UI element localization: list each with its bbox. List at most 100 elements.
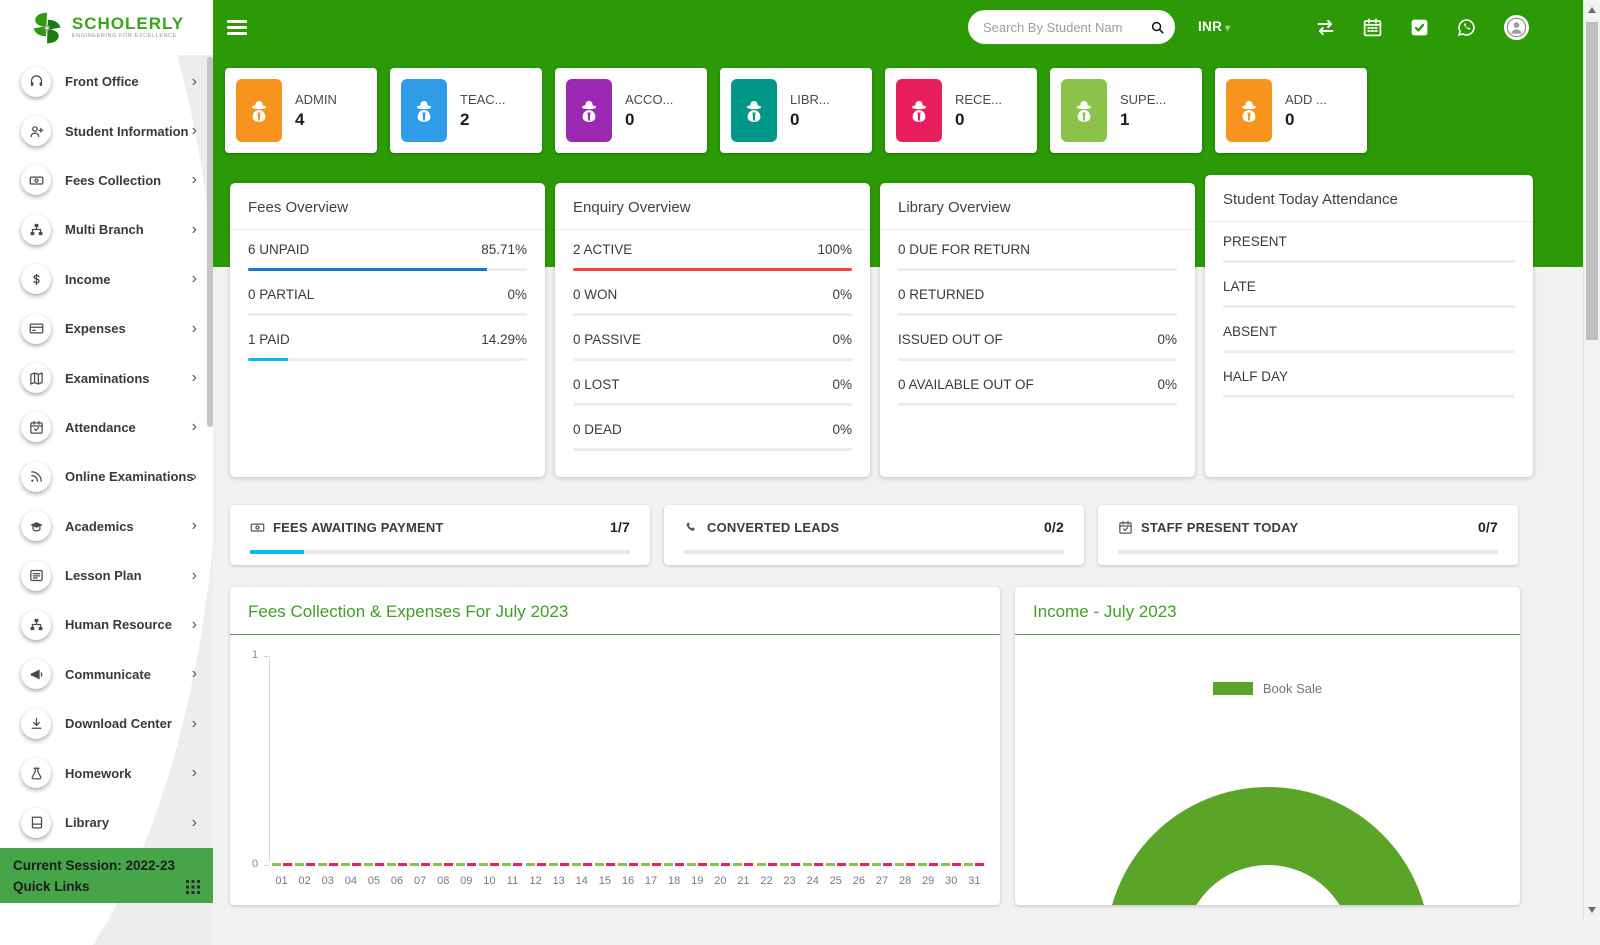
sidebar-menu-item[interactable]: Human Resource (0, 600, 213, 649)
x-category: 24 (801, 862, 824, 900)
row-label: ABSENT (1223, 324, 1277, 339)
sidebar-menu-item[interactable]: Student Information (0, 106, 213, 155)
x-category: 21 (732, 862, 755, 900)
chevron-right-icon (192, 469, 197, 485)
sidebar-menu-item[interactable]: Attendance (0, 403, 213, 452)
role-stat-cards: ADMIN 4 TEAC... 2 ACCO... 0 (225, 68, 1367, 153)
stat-card[interactable]: ADMIN 4 (225, 68, 377, 153)
row-label: 0 LOST (573, 377, 620, 392)
currency-label: INR (1198, 19, 1222, 34)
calendar-icon[interactable] (1362, 17, 1383, 38)
overview-row-item: HALF DAY (1223, 357, 1515, 402)
sidebar-menu-item[interactable]: Fees Collection (0, 156, 213, 205)
progress-track (248, 313, 527, 316)
sidebar-menu-item[interactable]: Income (0, 255, 213, 304)
x-tick-label: 29 (917, 875, 940, 887)
sidebar-menu-item[interactable]: Library (0, 798, 213, 847)
stat-card[interactable]: SUPE... 1 (1050, 68, 1202, 153)
exchange-icon[interactable] (1315, 17, 1336, 38)
scroll-up-arrow-icon[interactable] (1588, 7, 1596, 13)
kpi-label: CONVERTED LEADS (707, 520, 839, 535)
sidebar-menu-item[interactable]: Online Examinations (0, 452, 213, 501)
tasks-icon[interactable] (1409, 17, 1430, 38)
hamburger-menu-icon[interactable] (227, 20, 247, 35)
menu-icon (21, 462, 51, 492)
whatsapp-icon[interactable] (1456, 17, 1477, 38)
x-category: 14 (570, 862, 593, 900)
x-tick-label: 19 (686, 875, 709, 887)
zero-value-bars (524, 863, 547, 866)
chevron-right-icon (192, 815, 197, 831)
row-label: 6 UNPAID (248, 242, 309, 257)
zero-value-bars (432, 863, 455, 866)
vertical-scrollbar[interactable] (1583, 0, 1600, 920)
x-category: 01 (270, 862, 293, 900)
x-category: 06 (385, 862, 408, 900)
kpi-value: 0/7 (1478, 519, 1498, 535)
menu-icon (21, 314, 51, 344)
x-tick-label: 07 (409, 875, 432, 887)
zero-value-bars (570, 863, 593, 866)
quick-links-label: Quick Links (13, 876, 90, 897)
zero-value-bars (339, 863, 362, 866)
menu-item-label: Expenses (65, 321, 126, 336)
sidebar-menu-item[interactable]: Expenses (0, 304, 213, 353)
progress-fill (248, 268, 487, 271)
x-tick-label: 20 (709, 875, 732, 887)
search-icon[interactable] (1143, 13, 1171, 41)
attendance-overview-card: Student Today Attendance PRESENT LATE AB… (1205, 175, 1533, 477)
scroll-down-arrow-icon[interactable] (1588, 907, 1596, 913)
sidebar-menu-item[interactable]: Front Office (0, 57, 213, 106)
progress-track (1223, 305, 1515, 308)
stat-card[interactable]: LIBR... 0 (720, 68, 872, 153)
sidebar-menu-item[interactable]: Lesson Plan (0, 551, 213, 600)
stat-label: LIBR... (790, 92, 830, 107)
user-role-icon (1061, 79, 1107, 142)
sidebar-menu-item[interactable]: Homework (0, 748, 213, 797)
sidebar-menu-item[interactable]: Examinations (0, 353, 213, 402)
profile-avatar[interactable] (1503, 14, 1530, 41)
x-category: 25 (824, 862, 847, 900)
overview-row-item: 1 PAID14.29% (248, 320, 527, 365)
scrollbar-thumb[interactable] (1586, 22, 1598, 340)
app-logo[interactable]: SCHOLERLY ENGINEERING FOR EXCELLENCE (0, 0, 213, 55)
menu-icon (21, 215, 51, 245)
row-label: 0 PASSIVE (573, 332, 641, 347)
kpi-label: STAFF PRESENT TODAY (1141, 520, 1298, 535)
chevron-right-icon (192, 716, 197, 732)
x-tick-label: 14 (570, 875, 593, 887)
menu-icon (21, 709, 51, 739)
progress-track (573, 358, 852, 361)
sidebar-menu-item[interactable]: Download Center (0, 699, 213, 748)
sidebar-menu-item[interactable]: Academics (0, 502, 213, 551)
stat-card[interactable]: RECE... 0 (885, 68, 1037, 153)
library-overview-card: Library Overview 0 DUE FOR RETURN 0 RETU… (880, 183, 1195, 477)
x-category: 12 (524, 862, 547, 900)
x-tick-label: 09 (455, 875, 478, 887)
stat-label: ADD ... (1285, 92, 1327, 107)
menu-item-label: Student Information (65, 124, 189, 139)
row-label: LATE (1223, 279, 1256, 294)
x-category: 11 (501, 862, 524, 900)
zero-value-bars (963, 863, 986, 866)
chevron-right-icon (192, 518, 197, 534)
row-value: 0% (832, 377, 852, 392)
stat-card[interactable]: ADD ... 0 (1215, 68, 1367, 153)
x-tick-label: 18 (663, 875, 686, 887)
sidebar-menu-item[interactable]: Multi Branch (0, 205, 213, 254)
sidebar-scrollbar[interactable] (207, 57, 213, 427)
currency-selector[interactable]: INR▾ (1198, 19, 1230, 34)
chevron-right-icon (192, 172, 197, 188)
row-label: 0 WON (573, 287, 617, 302)
quick-links[interactable]: Quick Links (13, 876, 200, 897)
caret-down-icon: ▾ (1225, 23, 1230, 34)
menu-item-label: Human Resource (65, 617, 172, 632)
x-category: 03 (316, 862, 339, 900)
sidebar-menu-item[interactable]: Communicate (0, 650, 213, 699)
stat-card[interactable]: ACCO... 0 (555, 68, 707, 153)
progress-track (898, 358, 1177, 361)
progress-track (1223, 260, 1515, 263)
stat-value: 2 (460, 110, 506, 130)
y-tick-1: 1 (252, 649, 258, 661)
stat-card[interactable]: TEAC... 2 (390, 68, 542, 153)
